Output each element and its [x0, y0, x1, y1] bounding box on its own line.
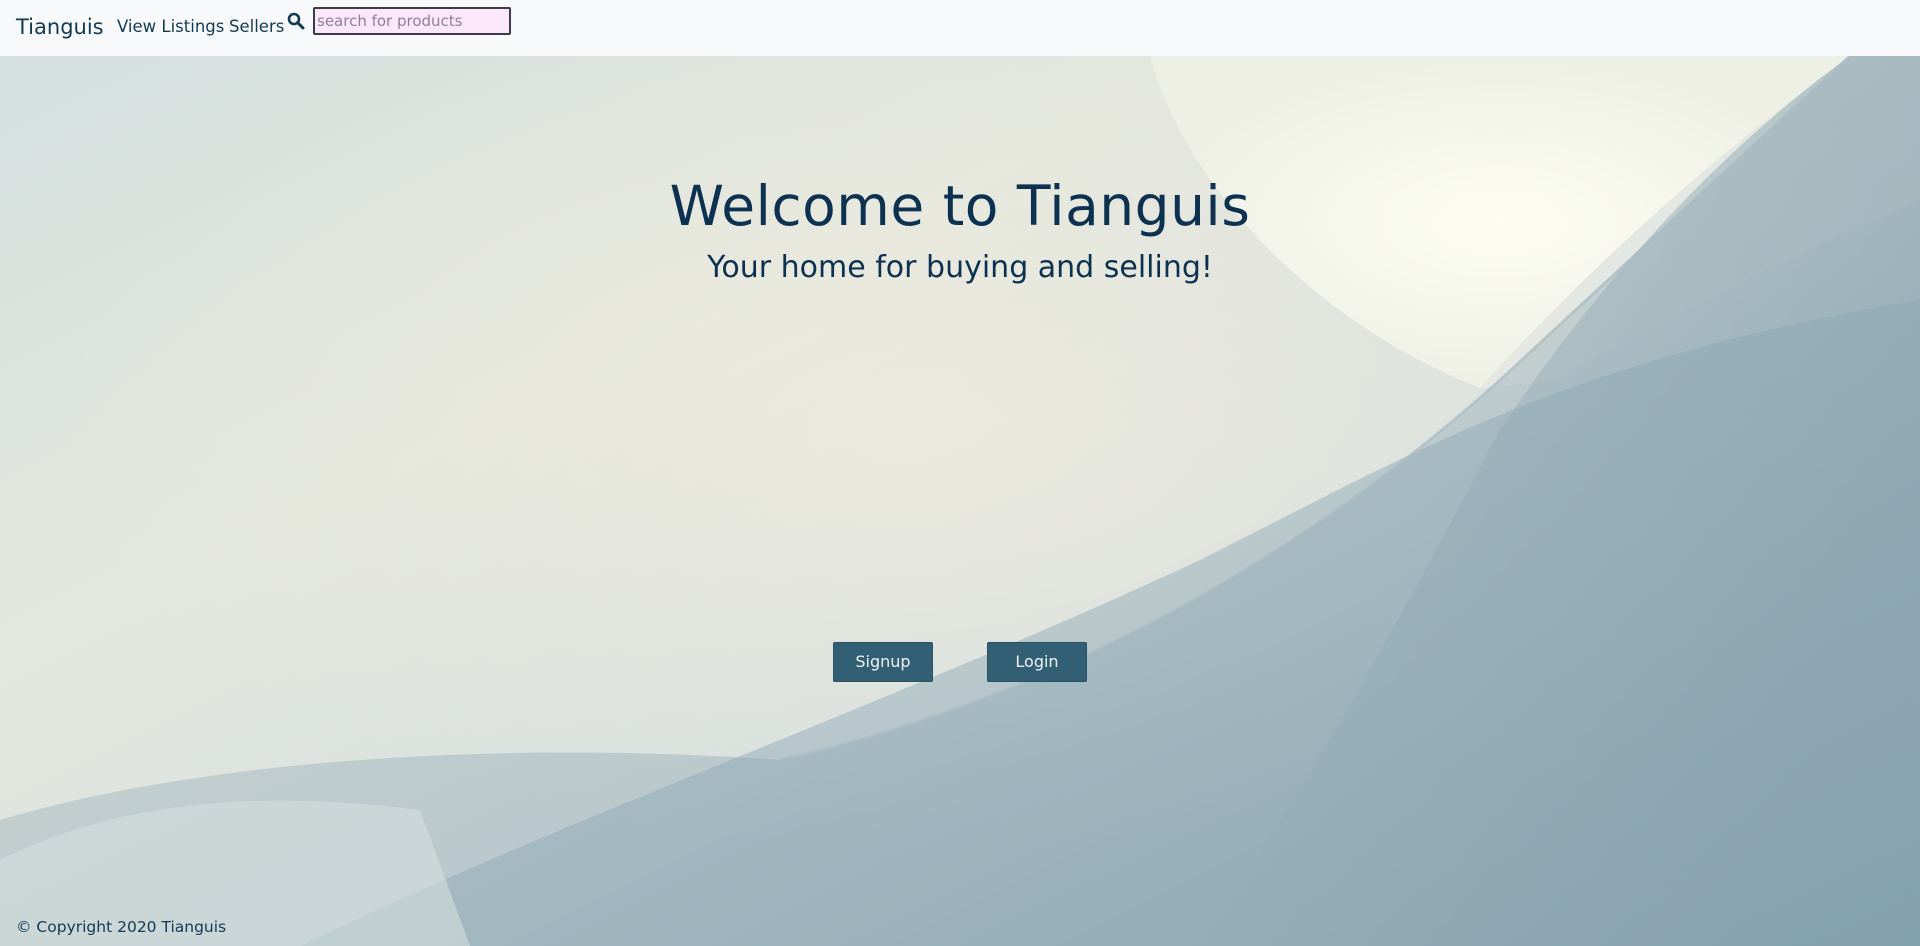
nav-link-view-listings[interactable]: View Listings — [117, 17, 224, 37]
nav-link-sellers[interactable]: Sellers — [229, 17, 284, 37]
search-input[interactable] — [313, 7, 511, 35]
login-button[interactable]: Login — [987, 642, 1087, 682]
search-icon[interactable] — [287, 12, 305, 30]
footer-copyright: © Copyright 2020 Tianguis — [16, 918, 227, 936]
hero-background-image — [0, 0, 1920, 946]
top-navbar: Tianguis View Listings Sellers — [0, 0, 1920, 56]
brand-link[interactable]: Tianguis — [16, 14, 104, 40]
signup-button[interactable]: Signup — [833, 642, 933, 682]
hero-title: Welcome to Tianguis — [669, 174, 1251, 238]
hero-subtitle: Your home for buying and selling! — [707, 250, 1213, 285]
